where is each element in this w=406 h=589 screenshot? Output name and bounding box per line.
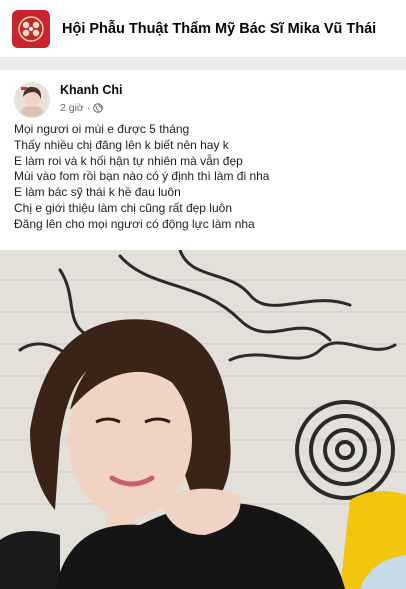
author-avatar[interactable] [14, 82, 50, 118]
post-line: Chị e giới thiệu làm chị cũng rất đẹp lu… [14, 200, 232, 215]
group-name[interactable]: Hội Phẫu Thuật Thẩm Mỹ Bác Sĩ Mika Vũ Th… [62, 21, 376, 37]
selfie-photo [0, 250, 406, 589]
post-card: Khanh Chi 2 giờ · Mọi ngươi oi mùi e đượ… [0, 70, 406, 589]
post-line: Thấy nhiều chị đăng lên k biết nên hay k [14, 137, 229, 152]
post-meta: 2 giờ · [60, 102, 123, 114]
post-line: Mùi vào fom rồi bạn nào có ý định thì là… [14, 169, 270, 184]
globe-icon [93, 103, 104, 113]
post-message: Mọi ngươi oi mùi e được 5 tháng Thấy nhi… [14, 122, 394, 233]
avatar-photo [15, 83, 49, 117]
post-time[interactable]: 2 giờ [60, 102, 84, 114]
post-photo[interactable] [0, 250, 406, 589]
post-header: Khanh Chi 2 giờ · [14, 82, 123, 118]
author-block: Khanh Chi 2 giờ · [60, 82, 123, 118]
feed-divider [0, 58, 406, 70]
post-line: E làm bác sỹ thái k hề đau luôn [14, 185, 181, 200]
author-name[interactable]: Khanh Chi [60, 83, 123, 98]
post-line: E làm roi và k hối hận tự nhiên mà vẫn đ… [14, 153, 243, 168]
group-logo[interactable] [12, 9, 50, 48]
group-header: Hội Phẫu Thuật Thẩm Mỹ Bác Sĩ Mika Vũ Th… [0, 0, 406, 58]
post-line: Đăng lên cho mọi ngươi có động lực làm n… [14, 216, 255, 231]
meta-separator: · [86, 102, 91, 114]
post-line: Mọi ngươi oi mùi e được 5 tháng [14, 122, 190, 136]
group-logo-emblem [18, 15, 44, 42]
